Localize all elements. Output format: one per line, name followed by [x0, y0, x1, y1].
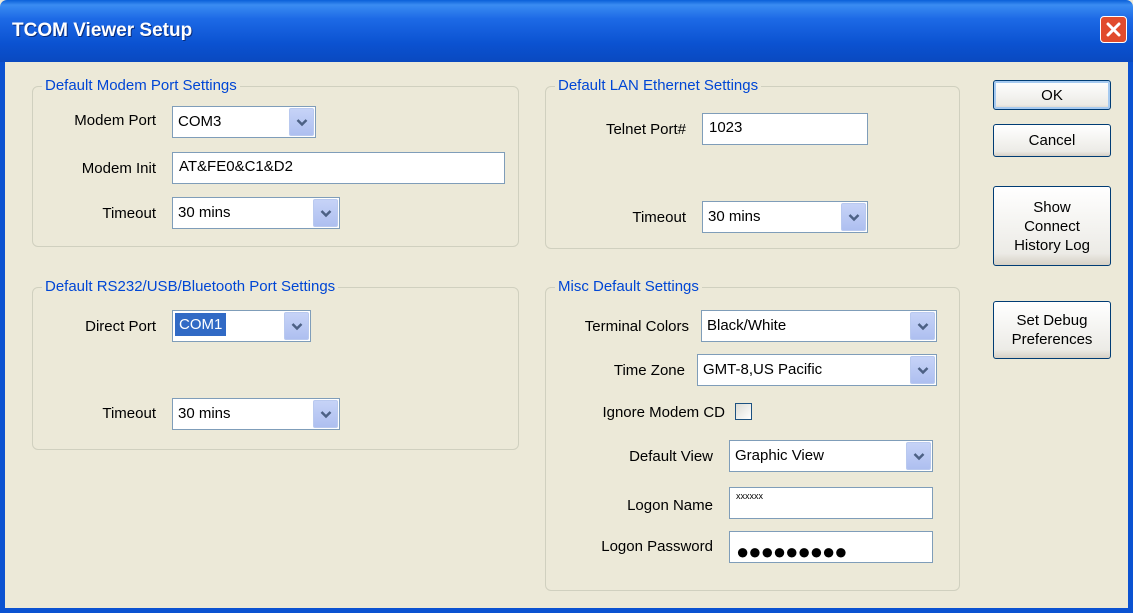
modem-init-field[interactable]: AT&FE0&C1&D2	[172, 152, 505, 184]
chevron-down-icon	[296, 118, 307, 126]
window-frame-bottom	[0, 608, 1133, 613]
terminal-colors-label: Terminal Colors	[584, 318, 689, 335]
chevron-down-icon	[917, 366, 928, 374]
default-view-label: Default View	[629, 448, 713, 465]
direct-timeout-label: Timeout	[102, 405, 156, 422]
direct-settings-legend: Default RS232/USB/Bluetooth Port Setting…	[42, 278, 339, 295]
time-zone-dropdown-button[interactable]	[910, 356, 935, 384]
chevron-down-icon	[913, 452, 924, 460]
window-title: TCOM Viewer Setup	[12, 20, 193, 41]
lan-timeout-label: Timeout	[632, 209, 686, 226]
terminal-colors-select[interactable]: Black/White	[701, 310, 937, 342]
misc-settings-legend: Misc Default Settings	[555, 278, 702, 295]
default-view-select[interactable]: Graphic View	[729, 440, 933, 472]
ignore-modem-cd-label: Ignore Modem CD	[602, 404, 725, 421]
logon-password-mask: ●●●●●●●●●	[736, 539, 848, 564]
direct-timeout-dropdown-button[interactable]	[313, 400, 338, 428]
direct-timeout-value: 30 mins	[178, 405, 231, 422]
ignore-modem-cd-checkbox[interactable]	[735, 403, 752, 420]
direct-port-select[interactable]: COM1	[172, 310, 311, 342]
terminal-colors-value: Black/White	[707, 317, 787, 334]
show-connect-history-log-button[interactable]: Show Connect History Log	[993, 186, 1111, 266]
direct-port-value: COM1	[175, 313, 227, 336]
logon-name-field[interactable]: xxxxxx	[729, 487, 933, 519]
chevron-down-icon	[917, 322, 928, 330]
direct-port-label: Direct Port	[85, 318, 156, 335]
modem-timeout-select[interactable]: 30 mins	[172, 197, 340, 229]
chevron-down-icon	[291, 322, 302, 330]
terminal-colors-dropdown-button[interactable]	[910, 312, 935, 340]
time-zone-select[interactable]: GMT-8,US Pacific	[697, 354, 937, 386]
chevron-down-icon	[320, 209, 331, 217]
direct-port-dropdown-button[interactable]	[284, 312, 309, 340]
lan-timeout-select[interactable]: 30 mins	[702, 201, 868, 233]
ok-button[interactable]: OK	[993, 80, 1111, 110]
set-debug-preferences-button[interactable]: Set Debug Preferences	[993, 301, 1111, 359]
modem-port-dropdown-button[interactable]	[289, 108, 314, 136]
lan-settings-legend: Default LAN Ethernet Settings	[555, 77, 762, 94]
time-zone-value: GMT-8,US Pacific	[703, 361, 823, 378]
telnet-port-label: Telnet Port#	[605, 121, 686, 138]
logon-name-label: Logon Name	[627, 497, 713, 514]
chevron-down-icon	[320, 410, 331, 418]
window-frame-right	[1128, 62, 1133, 613]
modem-settings-legend: Default Modem Port Settings	[42, 77, 240, 94]
title-bar[interactable]: TCOM Viewer Setup	[0, 0, 1133, 62]
telnet-port-field[interactable]: 1023	[702, 113, 868, 145]
window-frame-left	[0, 62, 5, 613]
close-icon	[1106, 22, 1121, 37]
modem-port-label: Modem Port	[74, 112, 156, 129]
time-zone-label: Time Zone	[613, 362, 685, 379]
close-button[interactable]	[1100, 16, 1127, 43]
modem-timeout-value: 30 mins	[178, 204, 231, 221]
cancel-button[interactable]: Cancel	[993, 124, 1111, 157]
modem-timeout-dropdown-button[interactable]	[313, 199, 338, 227]
logon-password-label: Logon Password	[601, 538, 713, 555]
direct-timeout-select[interactable]: 30 mins	[172, 398, 340, 430]
default-view-value: Graphic View	[735, 447, 824, 464]
chevron-down-icon	[848, 213, 859, 221]
modem-init-label: Modem Init	[81, 160, 156, 177]
lan-timeout-value: 30 mins	[708, 208, 761, 225]
modem-port-select[interactable]: COM3	[172, 106, 316, 138]
modem-port-value: COM3	[178, 113, 222, 130]
modem-timeout-label: Timeout	[102, 205, 156, 222]
default-view-dropdown-button[interactable]	[906, 442, 931, 470]
lan-timeout-dropdown-button[interactable]	[841, 203, 866, 231]
